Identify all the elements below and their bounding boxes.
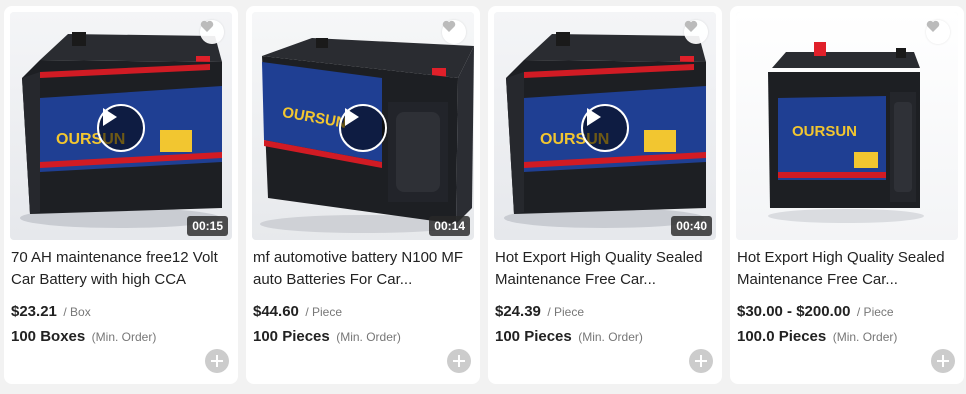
product-media[interactable]: OURSUN 00:15 [10, 12, 232, 240]
add-to-compare-button[interactable] [931, 349, 955, 373]
favorite-heart-icon[interactable] [442, 20, 466, 44]
video-duration: 00:14 [429, 216, 470, 236]
product-price: $24.39 [495, 303, 541, 320]
min-order-note: (Min. Order) [832, 330, 898, 344]
product-price: $30.00 - $200.00 [737, 303, 851, 320]
favorite-heart-icon[interactable] [200, 20, 224, 44]
add-to-compare-button[interactable] [689, 349, 713, 373]
play-video-icon[interactable] [339, 104, 387, 152]
add-to-compare-button[interactable] [447, 349, 471, 373]
price-line: $23.21 / Box [11, 303, 91, 321]
min-order-quantity: 100 Pieces [495, 328, 572, 345]
car-battery-image: OURSUN [736, 12, 958, 240]
video-duration: 00:15 [187, 216, 228, 236]
product-card[interactable]: OURSUN 00:14 mf automotive battery N100 … [246, 6, 480, 384]
min-order-line: 100.0 Pieces (Min. Order) [737, 328, 897, 346]
min-order-line: 100 Pieces (Min. Order) [495, 328, 643, 346]
min-order-note: (Min. Order) [578, 330, 643, 344]
plus-icon [695, 355, 707, 367]
product-card[interactable]: OURSUN 00:15 70 AH maintenance free12 Vo… [4, 6, 238, 384]
price-line: $30.00 - $200.00 / Piece [737, 303, 894, 321]
product-media[interactable]: OURSUN [736, 12, 958, 240]
product-media[interactable]: OURSUN 00:40 [494, 12, 716, 240]
plus-icon [453, 355, 465, 367]
add-to-compare-button[interactable] [205, 349, 229, 373]
price-unit: / Piece [547, 305, 585, 319]
min-order-note: (Min. Order) [91, 330, 157, 344]
favorite-heart-icon[interactable] [926, 20, 950, 44]
product-title[interactable]: mf automotive battery N100 MF auto Batte… [253, 247, 475, 291]
product-price: $23.21 [11, 303, 57, 320]
min-order-line: 100 Boxes (Min. Order) [11, 328, 156, 346]
product-title[interactable]: 70 AH maintenance free12 Volt Car Batter… [11, 247, 233, 291]
product-title[interactable]: Hot Export High Quality Sealed Maintenan… [495, 247, 717, 291]
product-card[interactable]: OURSUN 00:40 Hot Export High Quality Sea… [488, 6, 722, 384]
play-video-icon[interactable] [97, 104, 145, 152]
product-title[interactable]: Hot Export High Quality Sealed Maintenan… [737, 247, 959, 291]
min-order-quantity: 100 Pieces [253, 328, 330, 345]
price-unit: / Piece [305, 305, 343, 319]
brand-label: OURSUN [792, 123, 857, 140]
product-card[interactable]: OURSUN Hot Export High Quality Sealed Ma… [730, 6, 964, 384]
min-order-line: 100 Pieces (Min. Order) [253, 328, 401, 346]
plus-icon [211, 355, 223, 367]
plus-icon [937, 355, 949, 367]
min-order-quantity: 100.0 Pieces [737, 328, 827, 345]
video-duration: 00:40 [671, 216, 712, 236]
min-order-quantity: 100 Boxes [11, 328, 86, 345]
min-order-note: (Min. Order) [336, 330, 401, 344]
product-grid: OURSUN 00:15 70 AH maintenance free12 Vo… [4, 6, 964, 384]
product-price: $44.60 [253, 303, 299, 320]
price-unit: / Box [63, 305, 91, 319]
price-line: $24.39 / Piece [495, 303, 584, 321]
price-line: $44.60 / Piece [253, 303, 342, 321]
product-media[interactable]: OURSUN 00:14 [252, 12, 474, 240]
price-unit: / Piece [856, 305, 894, 319]
play-video-icon[interactable] [581, 104, 629, 152]
favorite-heart-icon[interactable] [684, 20, 708, 44]
